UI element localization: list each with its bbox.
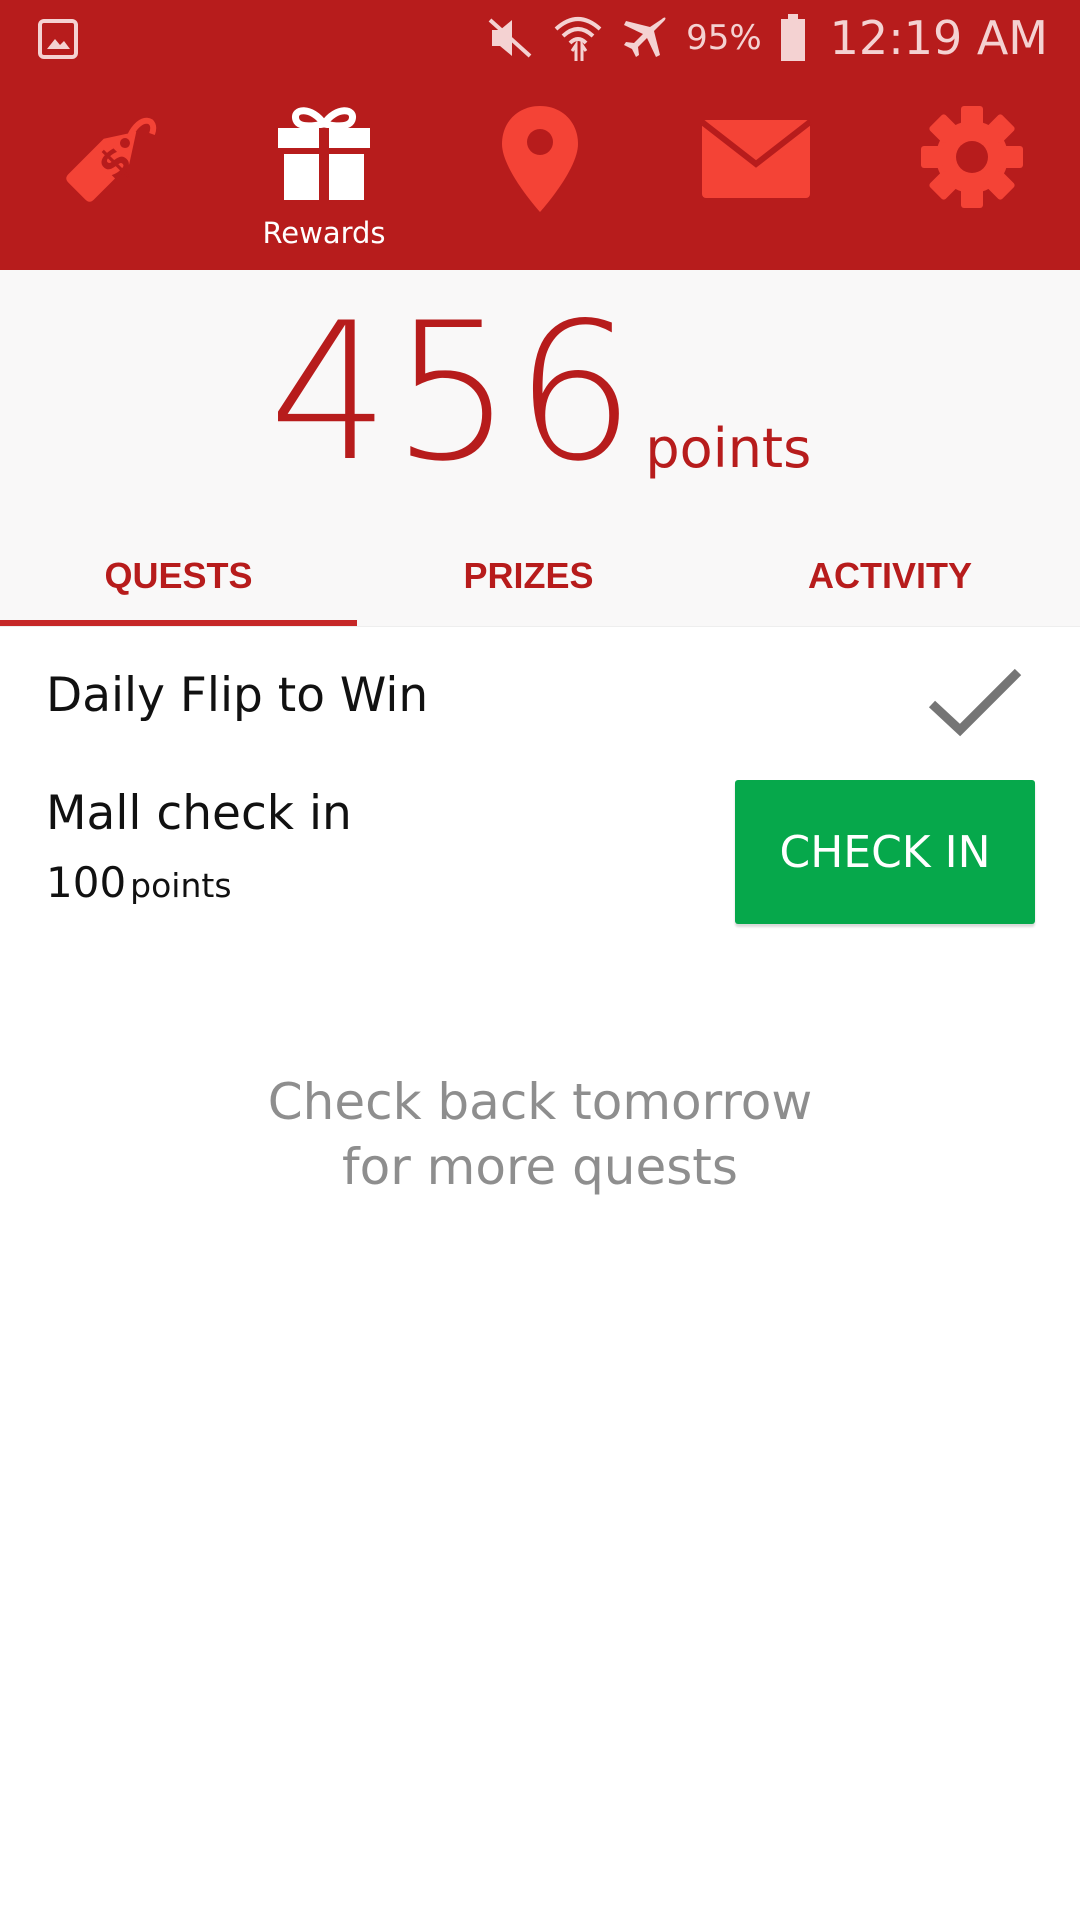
status-clock: 12:19 AM <box>829 11 1048 65</box>
quest-title-daily-flip[interactable]: Daily Flip to Win <box>46 668 428 723</box>
battery-icon <box>780 14 805 61</box>
check-in-button[interactable]: CHECK IN <box>735 780 1035 924</box>
quest-points-unit: points <box>130 866 232 905</box>
points-value: 456 <box>268 282 638 503</box>
active-tab-indicator <box>0 620 357 626</box>
gear-icon <box>921 106 1023 208</box>
gift-icon <box>278 107 370 200</box>
more-quests-message: Check back tomorrow for more quests <box>0 1070 1080 1200</box>
quest-points: 100 points <box>46 858 232 907</box>
mute-icon <box>488 18 532 58</box>
map-pin-icon <box>502 106 578 212</box>
airplane-mode-icon <box>624 17 666 57</box>
points-unit-label: points <box>645 417 812 480</box>
rewards-tabs: QUESTS PRIZES ACTIVITY <box>0 525 1080 627</box>
tab-prizes[interactable]: PRIZES <box>357 525 700 627</box>
top-nav-bar: $ Rewards <box>0 76 1080 270</box>
wifi-icon <box>554 17 602 61</box>
nav-rewards[interactable]: Rewards <box>216 76 432 270</box>
quest-points-value: 100 <box>46 858 127 907</box>
points-summary: 456 points <box>0 270 1080 525</box>
tab-quests[interactable]: QUESTS <box>0 525 357 627</box>
nav-messages[interactable] <box>648 76 864 270</box>
envelope-icon <box>700 119 812 198</box>
battery-percent: 95% <box>686 18 762 58</box>
price-tag-icon: $ <box>66 117 157 202</box>
status-bar: 95% 12:19 AM <box>0 0 1080 76</box>
nav-rewards-label: Rewards <box>262 216 386 250</box>
nav-deals[interactable]: $ <box>0 76 216 270</box>
more-quests-line-2: for more quests <box>342 1138 738 1196</box>
gallery-icon <box>38 19 78 59</box>
more-quests-line-1: Check back tomorrow <box>267 1073 813 1131</box>
nav-settings[interactable] <box>864 76 1080 270</box>
quest-title-mall-check-in: Mall check in <box>46 786 352 841</box>
checkmark-icon <box>928 668 1022 737</box>
nav-location[interactable] <box>432 76 648 270</box>
tab-activity[interactable]: ACTIVITY <box>700 525 1080 627</box>
